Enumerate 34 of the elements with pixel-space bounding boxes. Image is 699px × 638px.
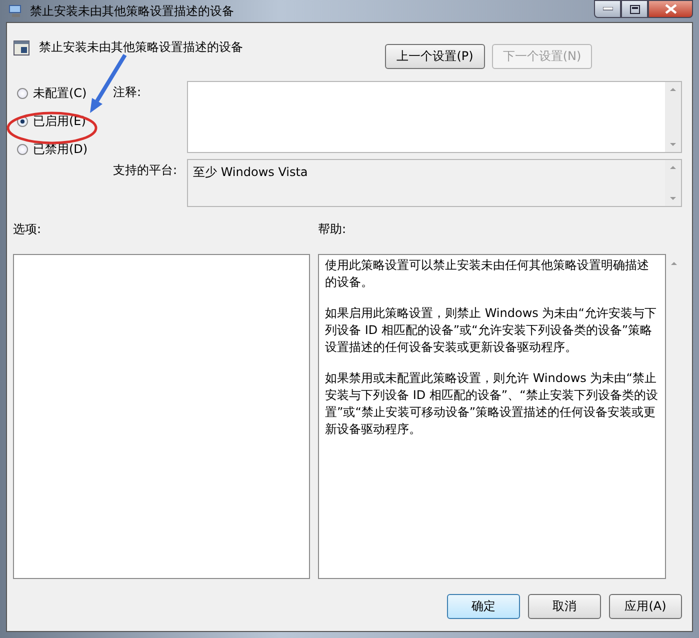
dialog-button[interactable]: 取消 <box>528 594 601 619</box>
help-paragraph: 如果启用此策略设置，则禁止 Windows 为未由“允许安装与下列设备 ID 相匹配的设备”或“允许安装下列设备类的设备”策略设置描述的任何设备安装或更新设备驱动程序。 <box>325 305 658 356</box>
dialog-button[interactable]: 确定 <box>447 594 520 619</box>
scroll-down-icon <box>670 143 676 146</box>
maximize-icon <box>630 4 640 14</box>
window-title: 禁止安装未由其他策略设置描述的设备 <box>30 2 234 20</box>
dialog-button[interactable]: 应用(A) <box>609 594 682 619</box>
close-icon <box>664 4 676 14</box>
minimize-icon <box>602 7 612 11</box>
radio-option[interactable]: 未配置(C) <box>17 84 113 103</box>
scroll-up-icon <box>671 262 677 265</box>
radio-button[interactable] <box>17 88 28 99</box>
close-button[interactable] <box>648 0 693 18</box>
help-paragraph: 如果禁用或未配置此策略设置，则允许 Windows 为未由“禁止安装与下列设备 ID 相匹配的设备”、“禁止安装下列设备类的设置”或“禁止安装可移动设备”策略设置描述的任何设备安装或更新设备驱动程序。 <box>325 370 659 438</box>
scrollbar[interactable] <box>665 160 681 206</box>
platform-label: 支持的平台: <box>113 162 178 179</box>
scroll-up-icon <box>670 88 676 91</box>
comment-field[interactable] <box>187 81 682 153</box>
computer-icon <box>8 3 24 19</box>
policy-icon <box>13 39 31 57</box>
radio-button[interactable] <box>17 144 28 155</box>
maximize-button[interactable] <box>621 0 648 18</box>
minimize-button[interactable] <box>594 0 621 18</box>
nav-button[interactable]: 上一个设置(P) <box>385 44 485 69</box>
help-label: 帮助: <box>318 221 348 238</box>
policy-title: 禁止安装未由其他策略设置描述的设备 <box>39 39 243 56</box>
scrollbar[interactable] <box>665 82 681 152</box>
scroll-up-icon <box>670 166 676 169</box>
comment-label: 注释: <box>113 84 142 101</box>
help-paragraph: 使用此策略设置可以禁止安装未由任何其他策略设置明确描述的设备。 <box>325 257 650 291</box>
options-label: 选项: <box>13 221 42 238</box>
radio-option[interactable]: 已禁用(D) <box>17 140 113 159</box>
platform-value: 至少 Windows Vista <box>192 164 309 181</box>
scroll-down-icon <box>670 197 676 200</box>
